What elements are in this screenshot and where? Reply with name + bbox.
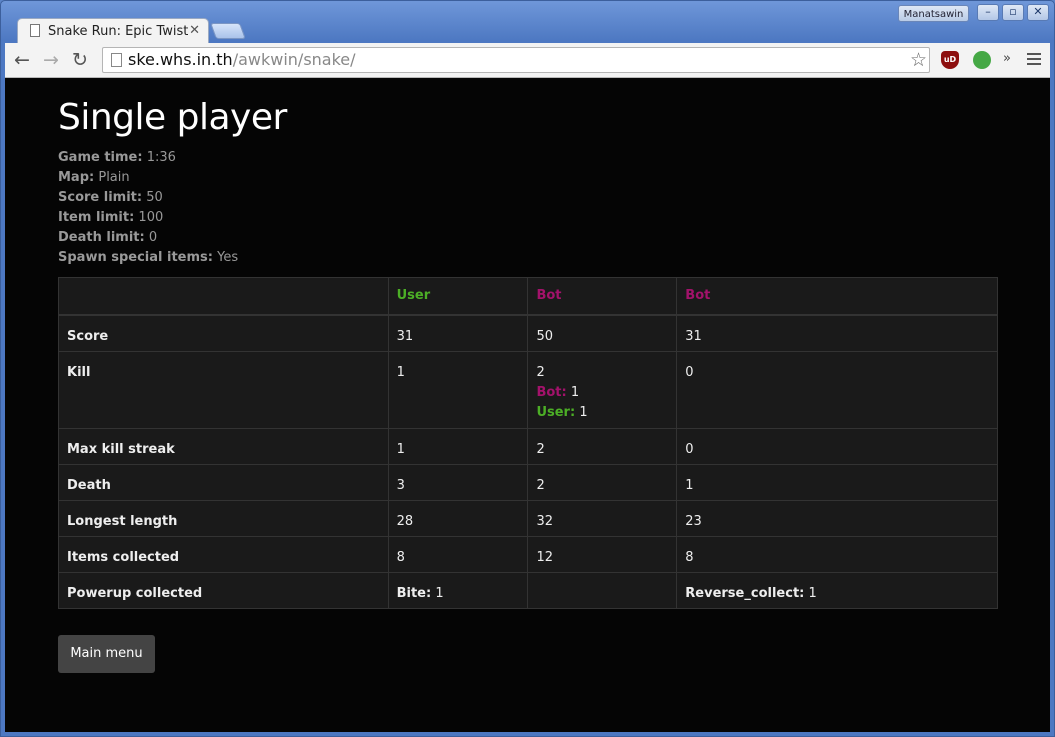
header-empty — [58, 277, 389, 316]
info-value: 0 — [148, 230, 158, 245]
table-cell: 32 — [527, 499, 678, 537]
table-cell: 0 — [676, 427, 998, 465]
row-label: Score — [58, 314, 389, 352]
table-row: Max kill streak 1 2 0 — [58, 427, 998, 465]
page-viewport: Single player Game time: 1:36 Map: Plain… — [5, 78, 1050, 732]
game-info: Game time: 1:36 Map: Plain Score limit: … — [58, 148, 238, 268]
table-cell: 8 — [387, 535, 529, 573]
info-label: Spawn special items: — [58, 250, 213, 265]
info-score-limit: Score limit: 50 — [58, 188, 238, 208]
row-label: Items collected — [58, 535, 389, 573]
minimize-button[interactable]: – — [977, 4, 999, 21]
table-cell: 1 — [676, 463, 998, 501]
table-cell-powerup: Bite: 1 — [387, 571, 529, 609]
info-value: Plain — [98, 170, 130, 185]
info-item-limit: Item limit: 100 — [58, 208, 238, 228]
url-text: ske.whs.in.th/awkwin/snake/ — [128, 50, 356, 70]
table-cell-powerup: Reverse_collect: 1 — [676, 571, 998, 609]
row-label: Kill — [58, 350, 389, 429]
info-label: Map: — [58, 170, 95, 185]
info-label: Game time: — [58, 150, 143, 165]
url-host: ske.whs.in.th — [128, 50, 233, 69]
address-bar[interactable]: ske.whs.in.th/awkwin/snake/ ☆ — [102, 47, 930, 73]
header-bot-1: Bot — [527, 277, 678, 316]
browser-window: Snake Run: Epic Twist ✕ Manatsawin – ▫ ✕… — [0, 0, 1055, 737]
info-value: Yes — [217, 250, 239, 265]
close-icon[interactable]: ✕ — [189, 23, 200, 38]
kill-breakdown-name: Bot: — [536, 384, 567, 400]
row-label: Max kill streak — [58, 427, 389, 465]
header-user: User — [387, 277, 529, 316]
table-cell: 8 — [676, 535, 998, 573]
info-label: Death limit: — [58, 230, 145, 245]
kill-breakdown-count: 1 — [570, 384, 580, 400]
star-icon[interactable]: ☆ — [910, 49, 927, 71]
menu-icon[interactable] — [1027, 53, 1041, 68]
powerup-count: 1 — [435, 585, 444, 601]
main-menu-button[interactable]: Main menu — [58, 635, 155, 673]
table-cell: 1 — [387, 427, 529, 465]
kill-breakdown-user: User: 1 — [536, 403, 668, 423]
table-cell-powerup — [527, 571, 678, 609]
tab-active[interactable]: Snake Run: Epic Twist ✕ — [17, 18, 209, 43]
info-death-limit: Death limit: 0 — [58, 228, 238, 248]
table-cell: 3 — [387, 463, 529, 501]
table-row: Longest length 28 32 23 — [58, 499, 998, 537]
results-table: User Bot Bot Score 31 50 31 Kill 1 2 Bot… — [58, 277, 998, 609]
info-value: 100 — [138, 210, 164, 225]
info-value: 1:36 — [146, 150, 176, 165]
table-row: Score 31 50 31 — [58, 314, 998, 352]
row-label: Powerup collected — [58, 571, 389, 609]
ublock-icon[interactable]: uD — [941, 51, 959, 69]
page-icon — [111, 53, 122, 67]
table-cell: 0 — [676, 350, 998, 429]
table-header-row: User Bot Bot — [58, 277, 998, 316]
extensions-overflow-icon[interactable]: » — [1003, 51, 1011, 66]
table-cell: 12 — [527, 535, 678, 573]
back-arrow-icon[interactable]: ← — [11, 49, 33, 71]
row-label: Death — [58, 463, 389, 501]
tab-strip: Snake Run: Epic Twist ✕ Manatsawin – ▫ ✕ — [1, 1, 1054, 43]
table-row: Powerup collected Bite: 1 Reverse_collec… — [58, 571, 998, 609]
table-cell: 23 — [676, 499, 998, 537]
powerup-name: Bite: — [396, 585, 432, 601]
table-cell: 31 — [387, 314, 529, 352]
new-tab-button[interactable] — [210, 23, 246, 39]
table-cell: 1 — [387, 350, 529, 429]
info-label: Score limit: — [58, 190, 143, 205]
kill-breakdown-count: 1 — [579, 404, 588, 420]
table-cell: 31 — [676, 314, 998, 352]
info-value: 50 — [146, 190, 163, 205]
forward-arrow-icon[interactable]: → — [40, 49, 62, 71]
reload-icon[interactable]: ↻ — [69, 49, 91, 71]
table-row: Death 3 2 1 — [58, 463, 998, 501]
table-cell-kill-detail: 2 Bot: 1 User: 1 — [527, 350, 678, 429]
tab-title: Snake Run: Epic Twist — [48, 24, 188, 39]
info-map: Map: Plain — [58, 168, 238, 188]
table-row: Items collected 8 12 8 — [58, 535, 998, 573]
header-bot-2: Bot — [676, 277, 998, 316]
profile-button[interactable]: Manatsawin — [898, 5, 969, 22]
page-title: Single player — [58, 97, 287, 138]
page-icon — [30, 24, 40, 37]
table-row: Kill 1 2 Bot: 1 User: 1 0 — [58, 350, 998, 429]
close-window-button[interactable]: ✕ — [1027, 4, 1049, 21]
info-label: Item limit: — [58, 210, 135, 225]
info-spawn-special-items: Spawn special items: Yes — [58, 248, 238, 268]
table-cell: 2 — [527, 463, 678, 501]
powerup-name: Reverse_collect: — [685, 585, 805, 601]
kill-breakdown-bot: Bot: 1 — [536, 383, 668, 403]
maximize-button[interactable]: ▫ — [1002, 4, 1024, 21]
kill-breakdown-name: User: — [536, 404, 576, 420]
table-cell: 50 — [527, 314, 678, 352]
table-cell: 2 — [527, 427, 678, 465]
info-game-time: Game time: 1:36 — [58, 148, 238, 168]
extension-green-icon[interactable] — [973, 51, 991, 69]
kill-total: 2 — [536, 364, 545, 380]
url-path: /awkwin/snake/ — [232, 50, 356, 69]
row-label: Longest length — [58, 499, 389, 537]
browser-toolbar: ← → ↻ ske.whs.in.th/awkwin/snake/ ☆ uD » — [5, 43, 1050, 78]
table-cell: 28 — [387, 499, 529, 537]
powerup-count: 1 — [808, 585, 817, 601]
